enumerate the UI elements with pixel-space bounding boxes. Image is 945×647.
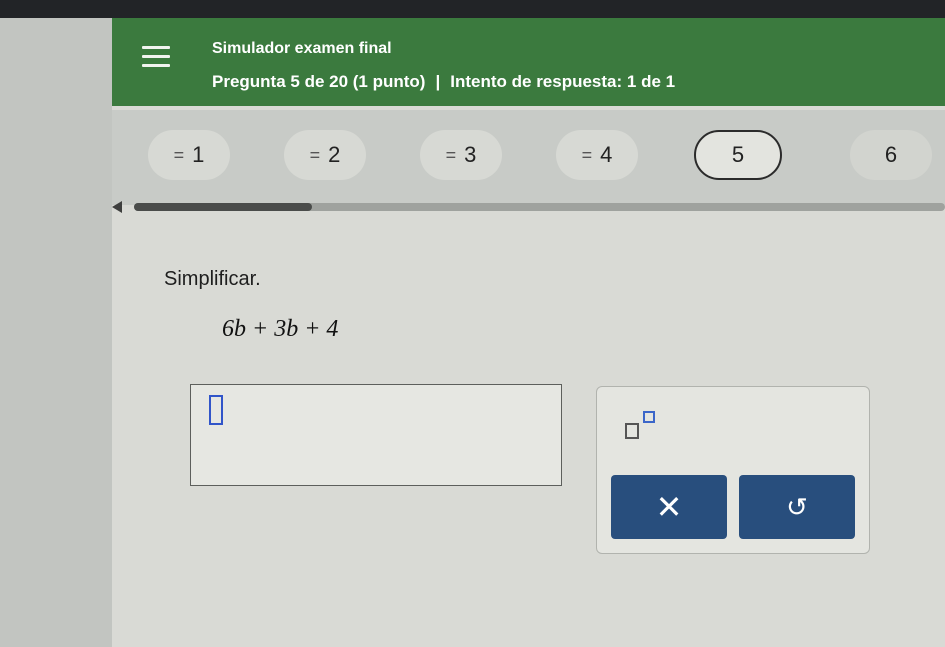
- window-top-bar: [0, 0, 945, 18]
- attempt-info: Intento de respuesta: 1 de 1: [450, 72, 676, 91]
- question-number: 5: [731, 142, 745, 167]
- question-status: Pregunta 5 de 20 (1 punto) | Intento de re…: [212, 72, 675, 92]
- separator: |: [435, 72, 441, 91]
- hamburger-menu-icon[interactable]: [142, 46, 170, 68]
- clear-button[interactable]: ✕: [611, 475, 727, 539]
- progress-track[interactable]: [134, 203, 945, 211]
- question-button-4[interactable]: = 4: [556, 130, 638, 180]
- question-number: 1: [192, 142, 205, 167]
- answered-icon: =: [173, 144, 185, 165]
- question-navigator: = 1 = 2 = 3 = 4 5 6: [112, 110, 945, 205]
- question-button-2[interactable]: = 2: [284, 130, 366, 180]
- exponent-button[interactable]: [621, 409, 665, 449]
- progress-area: [112, 198, 945, 222]
- problem-expression: 6b + 3b + 4: [222, 316, 339, 342]
- close-icon: ✕: [655, 489, 683, 525]
- header-bar: Simulador examen final Pregunta 5 de 20 …: [112, 18, 945, 106]
- math-keypad: ✕ ↺: [596, 386, 870, 554]
- scroll-left-arrow-icon[interactable]: [112, 201, 122, 213]
- input-cursor: [209, 395, 223, 425]
- undo-button[interactable]: ↺: [739, 475, 855, 539]
- progress-fill: [134, 203, 313, 211]
- answered-icon: =: [309, 144, 321, 165]
- question-button-5-current[interactable]: 5: [694, 130, 782, 180]
- question-number: 2: [328, 142, 341, 167]
- exam-title: Simulador examen final: [212, 40, 392, 57]
- left-margin: [0, 18, 112, 647]
- question-number: 4: [600, 142, 613, 167]
- answer-input[interactable]: [190, 384, 562, 486]
- undo-icon: ↺: [786, 491, 808, 522]
- question-button-1[interactable]: = 1: [148, 130, 230, 180]
- answered-icon: =: [445, 144, 457, 165]
- question-button-6[interactable]: 6: [850, 130, 932, 180]
- question-number: 3: [464, 142, 477, 167]
- question-button-3[interactable]: = 3: [420, 130, 502, 180]
- exponent-base-icon: [625, 423, 639, 439]
- answered-icon: =: [581, 144, 593, 165]
- problem-prompt: Simplificar.: [164, 268, 261, 290]
- question-number: 6: [884, 142, 898, 167]
- exponent-superscript-icon: [643, 411, 655, 423]
- question-info: Pregunta 5 de 20 (1 punto): [212, 72, 426, 91]
